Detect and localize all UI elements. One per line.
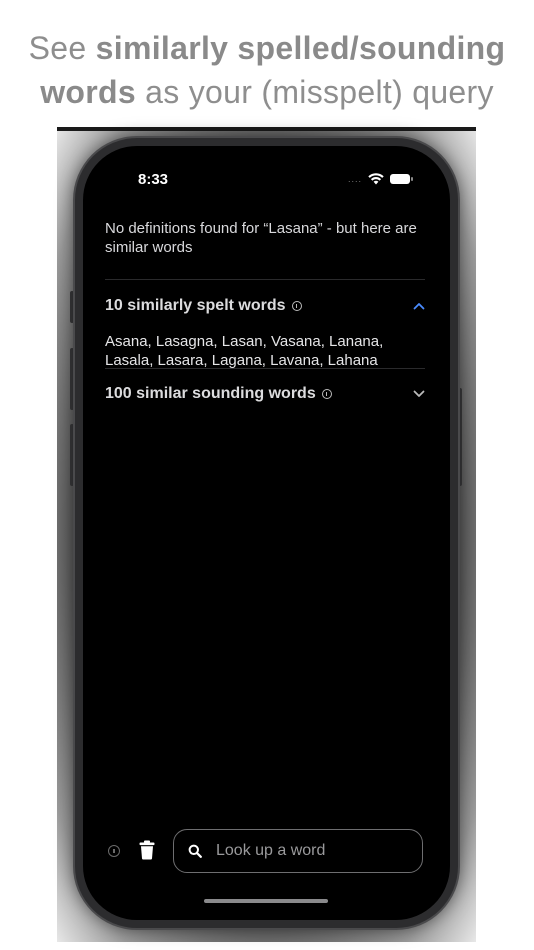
promo-headline-line-2: words as your (misspelt) query [0, 70, 534, 114]
phone-volume-down-button [70, 424, 74, 486]
promo-headline-text: as your (misspelt) query [135, 74, 494, 110]
search-icon [188, 844, 202, 858]
app-store-screenshot: See similarly spelled/sounding words as … [0, 0, 534, 950]
backdrop-edge [57, 127, 476, 131]
cellular-signal-icon: .... [347, 174, 362, 184]
status-time: 8:33 [138, 171, 169, 188]
info-icon[interactable] [291, 301, 302, 311]
chevron-up-icon[interactable] [413, 302, 425, 310]
section-title-group: 10 similarly spelt words [105, 297, 302, 315]
similar-sounding-title: 100 similar sounding words [105, 385, 316, 402]
search-field[interactable] [173, 829, 423, 873]
promo-headline-line-1: See similarly spelled/sounding [0, 26, 534, 70]
chevron-down-icon[interactable] [413, 390, 425, 398]
similarly-spelt-title: 10 similarly spelt words [105, 297, 286, 314]
info-icon[interactable] [321, 389, 332, 399]
section-title-group: 100 similar sounding words [105, 385, 332, 403]
trash-icon[interactable] [139, 840, 155, 860]
promo-headline-emphasis: words [40, 74, 136, 110]
phone-power-button [458, 388, 462, 486]
similarly-spelt-word-list[interactable]: Asana, Lasagna, Lasan, Vasana, Lanana, L… [105, 332, 425, 370]
section-divider [105, 368, 425, 369]
phone-side-button [70, 291, 74, 323]
promo-headline-emphasis: similarly spelled/sounding [95, 30, 506, 66]
home-indicator[interactable] [204, 899, 328, 903]
similarly-spelt-section-header[interactable]: 10 similarly spelt words [105, 294, 425, 318]
promo-headline: See similarly spelled/sounding words as … [0, 26, 534, 114]
search-input[interactable] [216, 842, 396, 860]
status-icons: .... [347, 173, 413, 185]
bottom-search-bar [83, 829, 450, 873]
wifi-icon [368, 173, 384, 185]
section-divider [105, 279, 425, 280]
info-button[interactable] [108, 845, 120, 857]
promo-headline-text: See [28, 30, 96, 66]
phone-screen: 8:33 .... No definitions found for “Lasa… [83, 146, 450, 920]
phone-volume-up-button [70, 348, 74, 410]
similar-sounding-section-header[interactable]: 100 similar sounding words [105, 382, 425, 406]
battery-icon [390, 174, 413, 184]
no-definition-notice: No definitions found for “Lasana” - but … [105, 220, 417, 256]
